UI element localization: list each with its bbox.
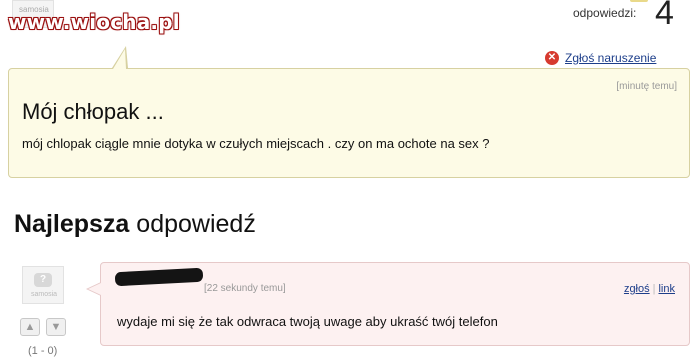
report-violation-label: Zgłoś naruszenie	[565, 51, 657, 65]
answerer-avatar[interactable]: ? samosia	[22, 266, 64, 304]
answer-time: [22 sekundy temu]	[204, 283, 286, 294]
thumb-down-icon[interactable]: ▼	[46, 318, 66, 336]
answer-bubble-tail-fill	[88, 283, 101, 295]
avatar-label: samosia	[31, 291, 58, 298]
avatar-icon: ?	[34, 273, 52, 287]
question-bubble-tail-fill	[113, 49, 126, 69]
answers-deco-icon	[630, 0, 648, 2]
question-title: Mój chłopak ...	[22, 99, 164, 124]
best-answer-heading-rest: odpowiedź	[129, 210, 256, 238]
answer-body: wydaje mi się że tak odwraca twoją uwage…	[117, 314, 498, 329]
question-body: mój chlopak ciągle mnie dotyka w czułych…	[22, 136, 490, 151]
answer-box: [22 sekundy temu] zgłoś | link wydaje mi s…	[100, 262, 690, 346]
answers-label: odpowiedzi:	[573, 6, 637, 20]
report-answer-link[interactable]: zgłoś	[624, 283, 650, 295]
question-time: [minutę temu]	[616, 81, 677, 92]
report-x-icon: ✕	[545, 51, 559, 65]
report-violation-link[interactable]: ✕ Zgłoś naruszenie	[545, 51, 656, 65]
vote-buttons: ▲ ▼	[20, 318, 66, 336]
answers-count: 4	[655, 0, 674, 32]
question-box: [minutę temu] Mój chłopak ... mój chlopa…	[8, 68, 690, 178]
best-answer-heading-bold: Najlepsza	[14, 210, 130, 238]
watermark: www.wiocha.pl	[8, 10, 180, 34]
thumb-up-icon[interactable]: ▲	[20, 318, 40, 336]
best-answer-heading: Najlepsza odpowiedź	[14, 210, 256, 239]
answer-links: zgłoś | link	[624, 283, 675, 295]
permalink[interactable]: link	[658, 283, 675, 295]
redacted-username	[114, 267, 204, 287]
vote-count: (1 - 0)	[28, 345, 58, 357]
